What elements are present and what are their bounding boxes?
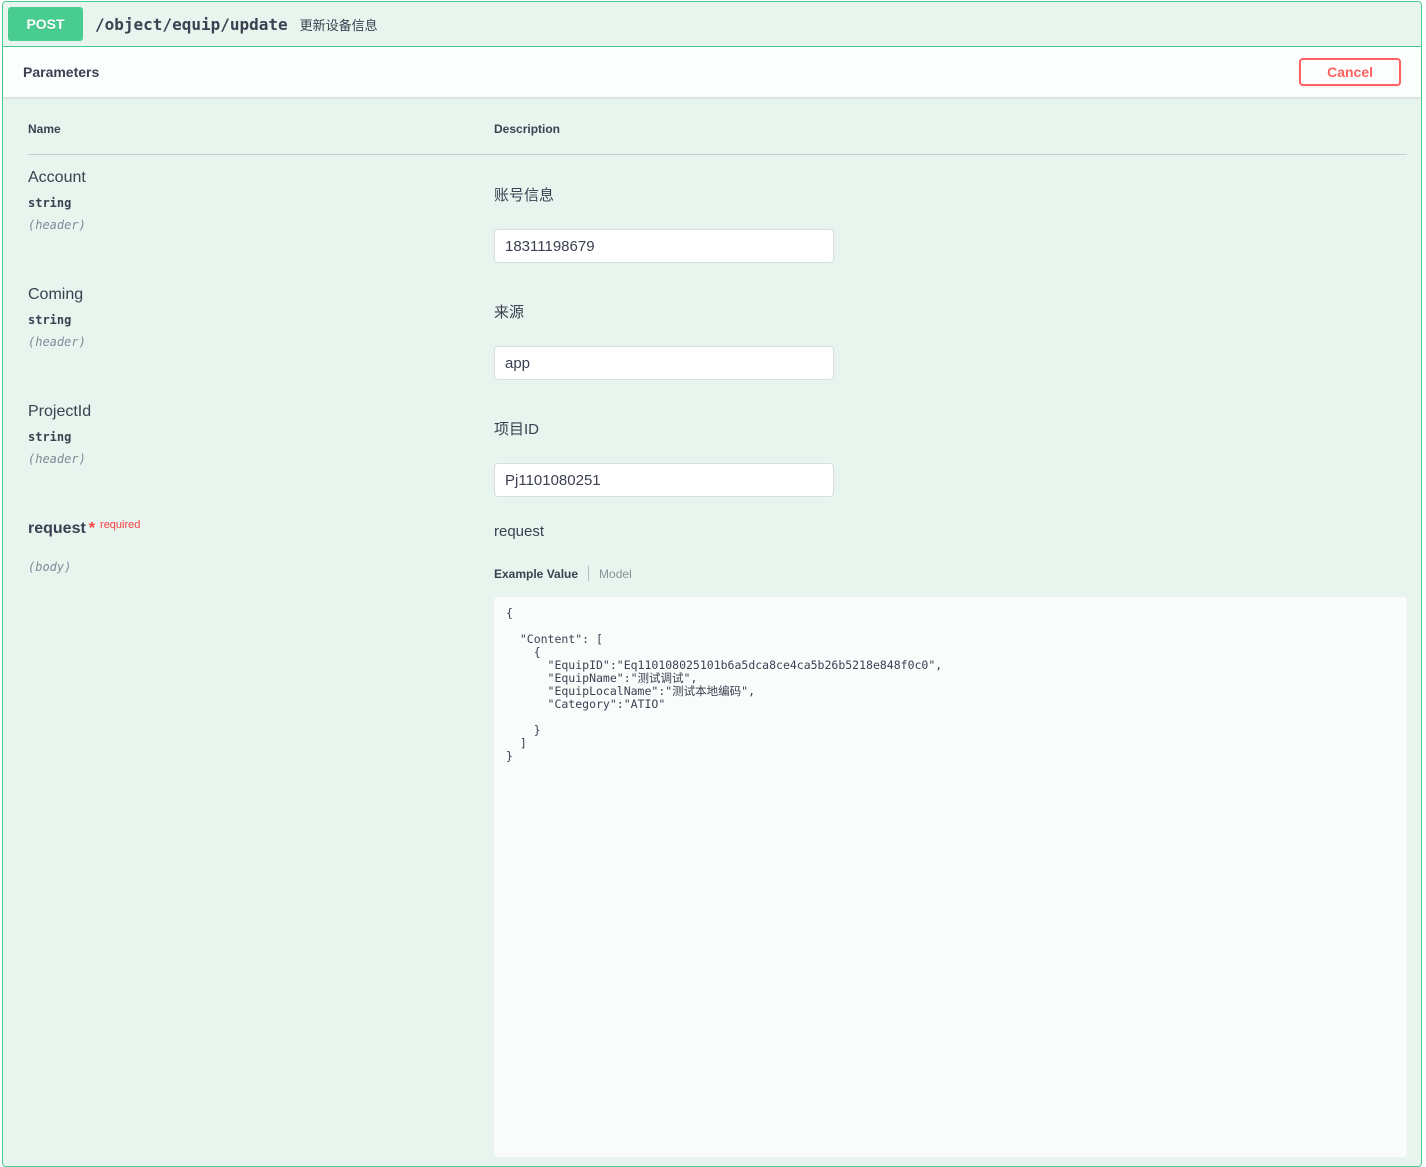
endpoint-summary[interactable]: POST /object/equip/update 更新设备信息 <box>3 2 1421 47</box>
param-meta: ProjectId string (header) <box>28 403 494 497</box>
table-header-row: Name Description <box>28 122 1407 155</box>
param-description: 项目ID <box>494 418 1407 439</box>
example-json-block: { "Content": [ { "EquipID":"Eq1101080251… <box>494 597 1407 1157</box>
param-meta: request* required (body) <box>28 520 494 1157</box>
param-description-cell: 账号信息 <box>494 169 1407 263</box>
tab-model[interactable]: Model <box>599 567 632 581</box>
projectid-input[interactable] <box>494 463 834 497</box>
method-badge: POST <box>8 7 83 41</box>
param-location: (header) <box>28 335 494 349</box>
required-asterisk: * <box>89 520 95 537</box>
param-name-text: request <box>28 520 86 537</box>
param-type: string <box>28 313 494 327</box>
param-row-projectid: ProjectId string (header) 项目ID <box>28 389 1407 506</box>
param-description: 来源 <box>494 301 1407 322</box>
parameters-header: Parameters Cancel <box>3 47 1421 97</box>
param-description: 账号信息 <box>494 184 1407 205</box>
param-description-cell: 来源 <box>494 286 1407 380</box>
endpoint-path: /object/equip/update <box>95 15 288 34</box>
required-label: required <box>100 519 140 531</box>
param-type: string <box>28 196 494 210</box>
parameters-title: Parameters <box>23 64 99 80</box>
param-type: string <box>28 430 494 444</box>
param-description: request <box>494 523 1407 540</box>
tab-example-value[interactable]: Example Value <box>494 567 578 581</box>
coming-input[interactable] <box>494 346 834 380</box>
parameters-body: Name Description Account string (header)… <box>3 97 1421 1166</box>
param-description-cell: request Example Value Model { "Content":… <box>494 520 1407 1157</box>
param-location: (body) <box>28 560 494 574</box>
param-name: ProjectId <box>28 403 494 421</box>
param-location: (header) <box>28 218 494 232</box>
column-header-description: Description <box>494 122 1407 136</box>
column-header-name: Name <box>28 122 494 136</box>
param-row-account: Account string (header) 账号信息 <box>28 155 1407 272</box>
param-name: Coming <box>28 286 494 304</box>
param-row-request: request*required (body) request Example … <box>28 506 1407 1166</box>
opblock-post: POST /object/equip/update 更新设备信息 Paramet… <box>2 1 1422 1167</box>
param-location: (header) <box>28 452 494 466</box>
param-description-cell: 项目ID <box>494 403 1407 497</box>
param-meta: Coming string (header) <box>28 286 494 380</box>
param-meta: Account string (header) <box>28 169 494 263</box>
example-model-tabs: Example Value Model <box>494 566 1407 581</box>
tab-divider <box>588 566 589 581</box>
param-row-coming: Coming string (header) 来源 <box>28 272 1407 389</box>
endpoint-description: 更新设备信息 <box>300 15 378 34</box>
param-name: request* required <box>28 520 494 538</box>
account-input[interactable] <box>494 229 834 263</box>
param-name: Account <box>28 169 494 187</box>
cancel-button[interactable]: Cancel <box>1299 58 1401 86</box>
